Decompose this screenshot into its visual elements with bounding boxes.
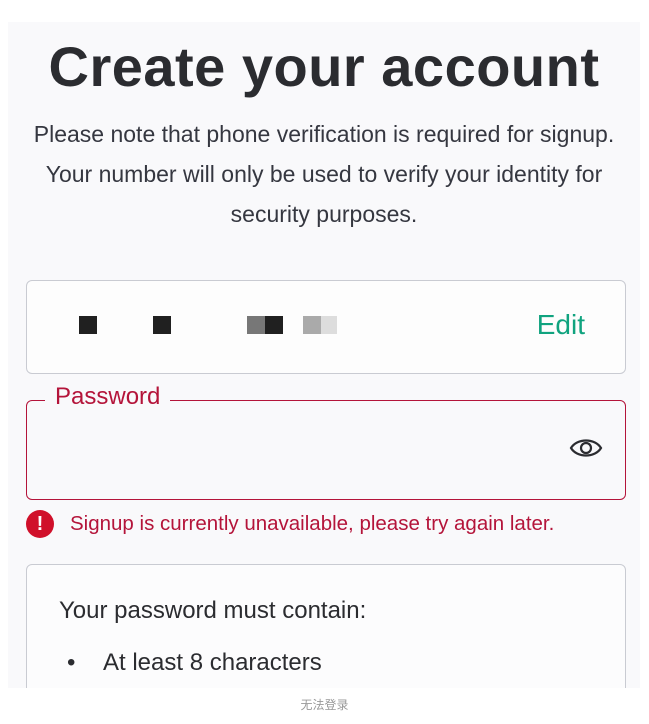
email-field[interactable]: Edit xyxy=(26,280,626,374)
signup-screen: Create your account Please note that pho… xyxy=(8,22,640,688)
password-label: Password xyxy=(45,383,171,411)
password-requirements: Your password must contain: • At least 8… xyxy=(26,564,626,688)
error-message: Signup is currently unavailable, please … xyxy=(70,512,555,535)
requirement-text: At least 8 characters xyxy=(103,649,322,676)
page-title: Create your account xyxy=(48,35,600,98)
requirement-item: • At least 8 characters xyxy=(67,649,322,677)
alert-icon: ! xyxy=(26,510,54,538)
edit-email-link[interactable]: Edit xyxy=(537,309,585,341)
requirements-title: Your password must contain: xyxy=(59,597,367,624)
error-message-row: ! Signup is currently unavailable, pleas… xyxy=(26,510,554,538)
bullet: • xyxy=(67,649,76,676)
page-subtitle: Please note that phone verification is r… xyxy=(33,121,615,227)
password-input[interactable] xyxy=(47,431,551,473)
password-field[interactable]: Password xyxy=(26,383,626,500)
image-caption: 无法登录 xyxy=(300,698,349,712)
eye-icon[interactable] xyxy=(569,435,603,461)
